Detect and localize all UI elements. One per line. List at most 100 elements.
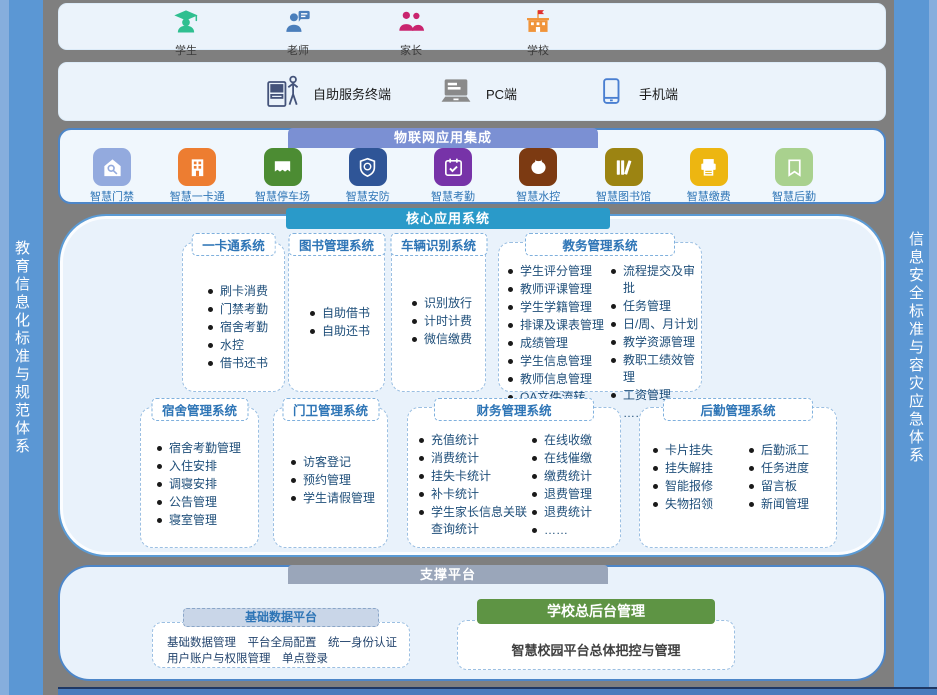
iot-item-attendance: 智慧考勤 (414, 148, 492, 204)
list-item: 预约管理 (290, 472, 387, 489)
system-box-title: 图书管理系统 (288, 233, 385, 256)
list-item: 挂失解挂 (652, 460, 748, 477)
base-platform-line1: 基础数据管理 平台全局配置 统一身份认证 (167, 635, 409, 651)
list-item: 成绩管理 (507, 335, 610, 352)
iot-item-security: 智慧安防 (329, 148, 407, 204)
water-jar-icon (519, 148, 557, 186)
list-item: 入住安排 (156, 458, 258, 475)
terminal-label: 自助服务终端 (313, 84, 391, 103)
door-access-icon (93, 148, 131, 186)
terminal-label: PC端 (486, 84, 517, 103)
system-box-title: 车辆识别系统 (390, 233, 487, 256)
iot-label: 智慧安防 (329, 188, 407, 204)
list-item: 在线收缴 (531, 432, 615, 449)
system-box-list: 识别放行 计时计费 微信缴费 (392, 243, 485, 348)
left-sidebar-label: 教育信息化标准与规范体系 (11, 240, 32, 456)
smart-campus-architecture-diagram: 教育信息化标准与规范体系 信息安全标准与容灾应急体系 学生 老师 家长 (0, 0, 937, 695)
backend-box: 智慧校园平台总体把控与管理 (457, 620, 735, 670)
list-item: 自助还书 (309, 323, 384, 340)
support-panel: 支撑平台 基础数据平台 基础数据管理 平台全局配置 统一身份认证 用户账户与权限… (58, 565, 886, 681)
parents-icon (397, 23, 425, 40)
list-item: 后勤派工 (748, 442, 832, 459)
iot-items-row: 智慧门禁 智慧一卡通 智慧停车场 智慧安防 (60, 148, 888, 204)
list-item: 寝室管理 (156, 512, 258, 529)
core-title-bar: 核心应用系统 (286, 208, 610, 229)
system-box-list: 在线收缴 在线催缴 缴费统计 退费管理 退费统计 …… (531, 432, 615, 540)
list-item: 教职工绩效管理 (610, 352, 701, 386)
base-platform-line2: 用户账户与权限管理 单点登录 (167, 651, 409, 667)
shield-icon (349, 148, 387, 186)
iot-label: 智慧图书馆 (585, 188, 663, 204)
terminals-panel: 自助服务终端 PC端 手机端 (58, 62, 886, 121)
backend-title: 学校总后台管理 (477, 599, 715, 624)
system-box-title: 宿舍管理系统 (151, 398, 248, 421)
terminal-label: 手机端 (639, 84, 678, 103)
terminal-item-pc: PC端 (439, 74, 517, 112)
system-box-title: 一卡通系统 (191, 233, 276, 256)
iot-item-water: 智慧水控 (499, 148, 577, 204)
user-label: 家长 (379, 42, 443, 58)
support-title-bar: 支撑平台 (288, 565, 608, 584)
list-item: 教师评课管理 (507, 281, 610, 298)
list-item: …… (531, 522, 615, 539)
list-item: 留言板 (748, 478, 832, 495)
list-item: 计时计费 (411, 313, 485, 330)
system-box-title: 财务管理系统 (434, 398, 594, 421)
list-item: 卡片挂失 (652, 442, 748, 459)
list-item: 挂失卡统计 (418, 468, 531, 485)
list-item: 消费统计 (418, 450, 531, 467)
list-item: 学生家长信息关联查询统计 (418, 504, 531, 538)
list-item: 学生学籍管理 (507, 299, 610, 316)
list-item: 充值统计 (418, 432, 531, 449)
list-item: 任务管理 (610, 298, 701, 315)
list-item: 在线催缴 (531, 450, 615, 467)
iot-item-payment: 智慧缴费 (670, 148, 748, 204)
list-item: 退费管理 (531, 486, 615, 503)
banner-icon (775, 148, 813, 186)
system-box-list: 充值统计 消费统计 挂失卡统计 补卡统计 学生家长信息关联查询统计 (418, 432, 531, 540)
list-item: 失物招领 (652, 496, 748, 513)
phone-icon (596, 76, 626, 111)
list-item: 排课及课表管理 (507, 317, 610, 334)
base-platform-box: 基础数据管理 平台全局配置 统一身份认证 用户账户与权限管理 单点登录 (152, 622, 410, 668)
list-item: 借书还书 (207, 355, 284, 372)
list-item: 退费统计 (531, 504, 615, 521)
list-item: 学生评分管理 (507, 263, 610, 280)
list-item: 补卡统计 (418, 486, 531, 503)
user-label: 学生 (154, 42, 218, 58)
list-item: 教师信息管理 (507, 371, 610, 388)
laptop-icon (439, 74, 473, 113)
teacher-icon (284, 23, 312, 40)
list-item: 调寝安排 (156, 476, 258, 493)
iot-panel: 物联网应用集成 智慧门禁 智慧一卡通 智慧停车场 (58, 128, 886, 204)
system-box-list: 自助借书 自助还书 (289, 243, 384, 340)
iot-item-door-access: 智慧门禁 (73, 148, 151, 204)
system-box-library: 图书管理系统 自助借书 自助还书 (288, 242, 385, 392)
base-platform-title: 基础数据平台 (183, 608, 379, 627)
list-item: 智能报修 (652, 478, 748, 495)
system-box-dormitory: 宿舍管理系统 宿舍考勤管理 入住安排 调寝安排 公告管理 寝室管理 (140, 407, 259, 548)
iot-label: 智慧门禁 (73, 188, 151, 204)
list-item: 学生信息管理 (507, 353, 610, 370)
iot-title-bar: 物联网应用集成 (288, 128, 598, 148)
system-box-gate: 门卫管理系统 访客登记 预约管理 学生请假管理 (273, 407, 388, 548)
user-item-school: 学校 (506, 8, 570, 58)
terminal-item-kiosk: 自助服务终端 (264, 74, 391, 112)
system-box-title: 门卫管理系统 (282, 398, 379, 421)
iot-label: 智慧一卡通 (158, 188, 236, 204)
user-label: 老师 (266, 42, 330, 58)
calendar-check-icon (434, 148, 472, 186)
users-panel: 学生 老师 家长 学校 (58, 3, 886, 50)
system-box-vehicle: 车辆识别系统 识别放行 计时计费 微信缴费 (391, 242, 486, 392)
user-item-teacher: 老师 (266, 8, 330, 58)
iot-label: 智慧后勤 (755, 188, 833, 204)
iot-label: 智慧水控 (499, 188, 577, 204)
user-item-parents: 家长 (379, 8, 443, 58)
list-item: 刷卡消费 (207, 283, 284, 300)
list-item: 微信缴费 (411, 331, 485, 348)
list-item: 学生请假管理 (290, 490, 387, 507)
payment-icon (690, 148, 728, 186)
list-item: 公告管理 (156, 494, 258, 511)
list-item: 教学资源管理 (610, 334, 701, 351)
list-item: 流程提交及审批 (610, 263, 701, 297)
